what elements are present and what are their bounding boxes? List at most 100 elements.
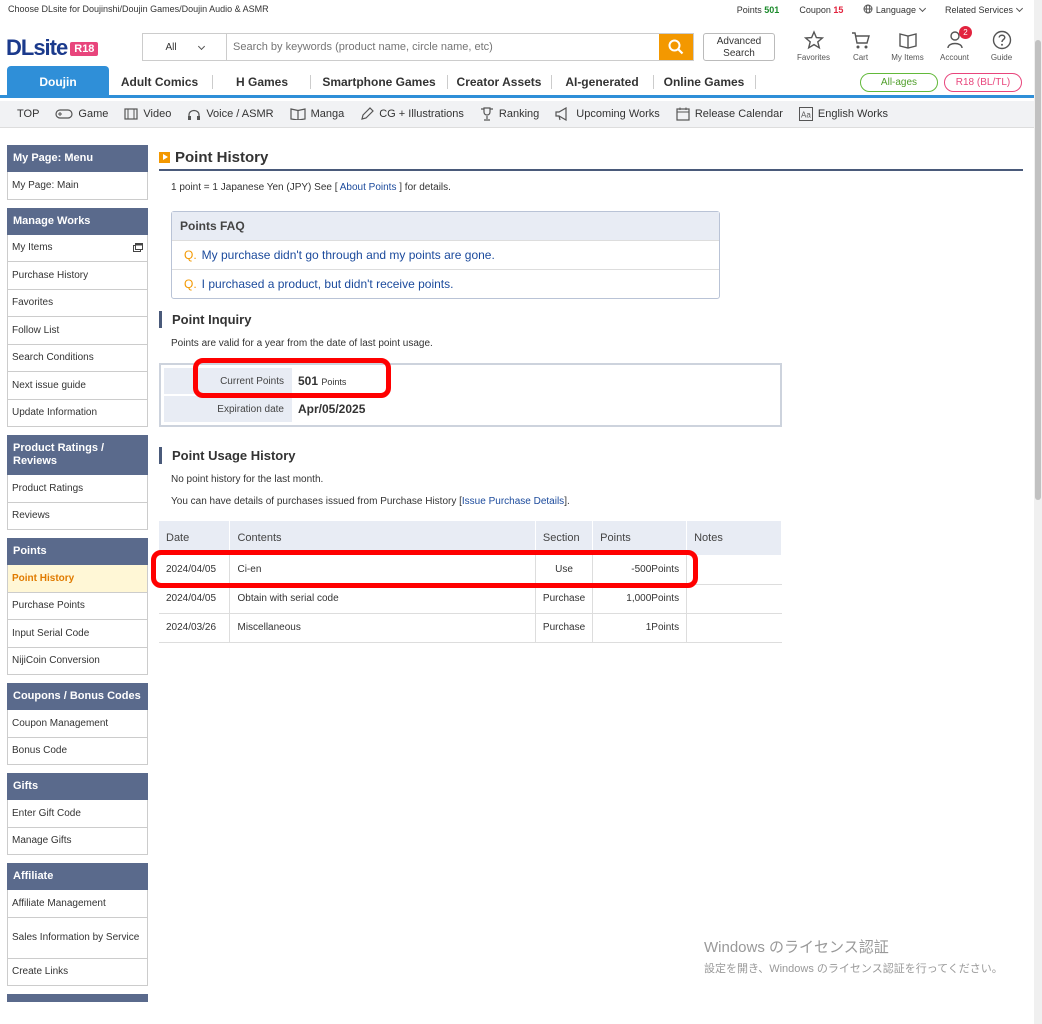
tab-doujin[interactable]: Doujin	[7, 66, 109, 98]
svg-text:Aa: Aa	[801, 111, 811, 120]
sidebar-item-favorites[interactable]: Favorites	[7, 289, 148, 317]
subnav-release-calendar[interactable]: Release Calendar	[676, 107, 783, 121]
sidebar-heading: My Page: Menu	[7, 145, 148, 172]
subnav-video[interactable]: Video	[124, 108, 171, 120]
sidebar-item-point-history[interactable]: Point History	[7, 565, 148, 593]
gamepad-icon	[55, 109, 74, 119]
sidebar-heading-cutoff	[7, 994, 148, 1002]
subnav-upcoming-works[interactable]: Upcoming Works	[555, 107, 660, 121]
tab-adult-comics[interactable]: Adult Comics	[112, 66, 207, 98]
sidebar-item-product-ratings[interactable]: Product Ratings	[7, 475, 148, 503]
scrollbar-thumb[interactable]	[1035, 40, 1041, 500]
star-icon	[803, 30, 824, 50]
table-row: 2024/03/26 Miscellaneous Purchase 1Point…	[159, 613, 782, 643]
guide-button[interactable]: Guide	[978, 30, 1025, 62]
sidebar-item-update-information[interactable]: Update Information	[7, 399, 148, 427]
subnav-english-works[interactable]: Aa English Works	[798, 107, 888, 121]
all-ages-toggle[interactable]: All-ages	[860, 73, 938, 92]
nav-divider	[551, 75, 552, 89]
top-utility-bar: Choose DLsite for Doujinshi/Doujin Games…	[0, 0, 1034, 22]
headphones-icon	[188, 109, 201, 120]
sidebar-item-sales-information[interactable]: Sales Information by Service	[7, 917, 148, 959]
cart-icon	[851, 32, 870, 49]
sidebar-item-follow-list[interactable]: Follow List	[7, 317, 148, 345]
site-logo[interactable]: DLsite R18	[6, 35, 99, 61]
points-value: 501	[764, 4, 780, 15]
sidebar-group-manage-works: Manage Works My Items Purchase History F…	[7, 207, 148, 427]
my-page-sidebar: My Page: Menu My Page: Main Manage Works…	[7, 145, 148, 1002]
usage-row-highlight	[151, 550, 698, 588]
faq-q-marker: Q.	[184, 277, 197, 291]
chevron-down-icon	[1015, 4, 1024, 12]
sidebar-group-gifts: Gifts Enter Gift Code Manage Gifts	[7, 773, 148, 855]
tab-ai-generated[interactable]: AI-generated	[556, 66, 648, 98]
sidebar-item-input-serial-code[interactable]: Input Serial Code	[7, 620, 148, 648]
related-services-menu[interactable]: Related Services	[945, 4, 1024, 15]
search-category-select[interactable]: All	[143, 34, 227, 60]
sidebar-item-enter-gift-code[interactable]: Enter Gift Code	[7, 800, 148, 828]
sidebar-item-nijicoin-conversion[interactable]: NijiCoin Conversion	[7, 647, 148, 675]
sidebar-item-coupon-management[interactable]: Coupon Management	[7, 710, 148, 738]
account-button[interactable]: 2 Account	[931, 26, 978, 62]
subnav-top[interactable]: TOP	[17, 108, 39, 120]
film-icon	[124, 108, 138, 120]
points-summary[interactable]: Points 501	[737, 5, 780, 15]
sidebar-group-affiliate: Affiliate Affiliate Management Sales Inf…	[7, 863, 148, 986]
col-notes: Notes	[686, 521, 782, 555]
sidebar-item-create-links[interactable]: Create Links	[7, 958, 148, 986]
r18-badge: R18	[70, 42, 99, 56]
subnav-cg-illustrations[interactable]: CG + Illustrations	[360, 107, 464, 121]
sidebar-group-ratings-reviews: Product Ratings / Reviews Product Rating…	[7, 435, 148, 530]
issue-purchase-details-link[interactable]: Issue Purchase Details	[462, 496, 564, 507]
sidebar-item-my-items[interactable]: My Items	[7, 234, 148, 262]
tab-online-games[interactable]: Online Games	[658, 66, 750, 98]
sidebar-group-my-page: My Page: Menu My Page: Main	[7, 145, 148, 200]
faq-q-marker: Q.	[184, 248, 197, 262]
sidebar-item-reviews[interactable]: Reviews	[7, 502, 148, 530]
current-points-highlight	[193, 358, 391, 398]
about-points-link[interactable]: About Points	[338, 182, 400, 193]
advanced-search-button[interactable]: Advanced Search	[703, 33, 775, 61]
sidebar-heading: Coupons / Bonus Codes	[7, 683, 148, 710]
subnav-ranking[interactable]: Ranking	[480, 107, 539, 121]
sidebar-item-affiliate-management[interactable]: Affiliate Management	[7, 890, 148, 918]
language-menu[interactable]: Language	[863, 4, 926, 15]
favorites-button[interactable]: Favorites	[790, 30, 837, 62]
sidebar-item-next-issue-guide[interactable]: Next issue guide	[7, 372, 148, 400]
page-title: Point History	[159, 145, 1023, 171]
sidebar-item-search-conditions[interactable]: Search Conditions	[7, 344, 148, 372]
subnav-voice-asmr[interactable]: Voice / ASMR	[187, 108, 274, 121]
coupon-summary[interactable]: Coupon 15	[799, 5, 843, 15]
sidebar-group-coupons: Coupons / Bonus Codes Coupon Management …	[7, 683, 148, 765]
calendar-icon	[676, 107, 690, 121]
search-bar: All	[142, 33, 694, 61]
sidebar-item-manage-gifts[interactable]: Manage Gifts	[7, 827, 148, 855]
subnav-manga[interactable]: Manga	[289, 108, 344, 120]
page-scrollbar[interactable]	[1034, 0, 1042, 1024]
tab-creator-assets[interactable]: Creator Assets	[452, 66, 546, 98]
cart-button[interactable]: Cart	[837, 30, 884, 62]
tab-smartphone-games[interactable]: Smartphone Games	[316, 66, 442, 98]
faq-item[interactable]: Q. I purchased a product, but didn't rece…	[172, 269, 719, 298]
my-items-button[interactable]: My Items	[884, 30, 931, 62]
faq-heading: Points FAQ	[172, 212, 719, 240]
expiration-row: Expiration date Apr/05/2025	[164, 396, 777, 422]
search-button[interactable]	[659, 34, 693, 60]
faq-item[interactable]: Q. My purchase didn't go through and my p…	[172, 240, 719, 269]
windows-activation-watermark: Windows のライセンス認証 設定を開き、Windows のライセンス認証を…	[704, 939, 1003, 975]
no-history-note: No point history for the last month.	[171, 474, 324, 485]
nav-divider	[212, 75, 213, 89]
trophy-icon	[480, 107, 493, 121]
sidebar-item-bonus-code[interactable]: Bonus Code	[7, 737, 148, 765]
coupon-value: 15	[833, 4, 844, 15]
sub-category-nav: TOP Game Video Voice / ASMR Manga CG + I…	[0, 101, 1034, 128]
subnav-game[interactable]: Game	[55, 108, 108, 120]
r18-bl-tl-toggle[interactable]: R18 (BL/TL)	[944, 73, 1022, 92]
sidebar-item-purchase-history[interactable]: Purchase History	[7, 262, 148, 290]
search-input[interactable]	[227, 34, 659, 60]
main-category-nav: Doujin Adult Comics H Games Smartphone G…	[0, 66, 1034, 98]
tab-h-games[interactable]: H Games	[220, 66, 304, 98]
points-faq-box: Points FAQ Q. My purchase didn't go throu…	[171, 211, 720, 299]
sidebar-item-purchase-points[interactable]: Purchase Points	[7, 592, 148, 620]
sidebar-item-my-page-main[interactable]: My Page: Main	[7, 172, 148, 200]
